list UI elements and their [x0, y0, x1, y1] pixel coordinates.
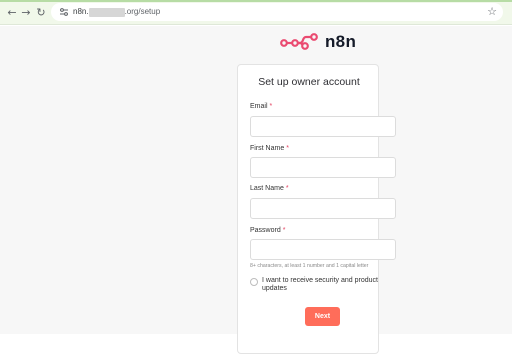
password-field[interactable] — [250, 239, 396, 260]
setup-card: Set up owner account Email * First Name * … — [237, 64, 396, 354]
updates-checkbox[interactable] — [250, 278, 258, 286]
first-name-field[interactable] — [250, 157, 396, 178]
password-label: Password * — [250, 227, 285, 234]
site-settings-icon[interactable] — [59, 7, 69, 17]
toolbar-accent — [0, 0, 512, 2]
url-text: n8n. .org/setup — [73, 6, 160, 18]
required-marker: * — [282, 227, 286, 234]
reload-icon[interactable]: ↻ — [34, 5, 48, 19]
last-name-label-text: Last Name — [250, 185, 284, 192]
card-title: Set up owner account — [258, 76, 360, 88]
updates-checkbox-label[interactable]: I want to receive security and product u… — [262, 277, 392, 293]
password-hint: 8+ characters, at least 1 number and 1 c… — [250, 263, 369, 269]
password-label-text: Password — [250, 227, 281, 234]
next-button[interactable]: Next — [305, 307, 340, 326]
address-bar[interactable]: n8n. .org/setup ☆ — [51, 3, 503, 21]
last-name-field[interactable] — [250, 198, 396, 219]
forward-arrow-icon[interactable]: → — [19, 5, 33, 19]
email-field[interactable] — [250, 116, 396, 137]
url-host-prefix: n8n. — [73, 7, 89, 16]
url-redaction — [88, 7, 125, 17]
required-marker: * — [285, 185, 289, 192]
first-name-label: First Name * — [250, 145, 289, 152]
n8n-logo-icon — [280, 33, 318, 50]
email-label: Email * — [250, 103, 272, 110]
last-name-label: Last Name * — [250, 185, 289, 192]
n8n-logo: n8n — [280, 30, 356, 54]
first-name-label-text: First Name — [250, 145, 285, 152]
logo-wordmark: n8n — [325, 32, 357, 51]
url-host-suffix: .org/setup — [124, 7, 161, 16]
browser-toolbar: ← → ↻ n8n. .org/setup ☆ — [0, 0, 512, 25]
required-marker: * — [269, 103, 273, 110]
email-label-text: Email — [250, 103, 268, 110]
back-arrow-icon[interactable]: ← — [5, 5, 19, 19]
required-marker: * — [286, 145, 289, 152]
bookmark-star-icon[interactable]: ☆ — [487, 5, 497, 18]
setup-page: n8n Set up owner account Email * First Na… — [0, 26, 512, 354]
